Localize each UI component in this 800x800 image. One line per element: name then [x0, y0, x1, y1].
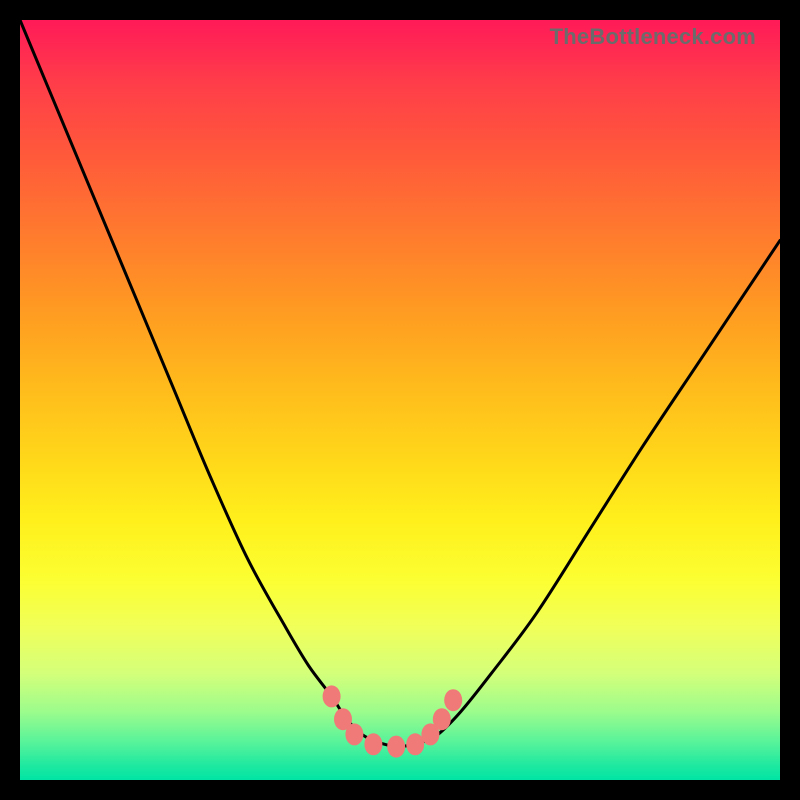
plot-area: TheBottleneck.com — [20, 20, 780, 780]
bottleneck-curve — [20, 20, 780, 746]
curve-marker — [444, 689, 462, 711]
curve-marker — [387, 736, 405, 758]
curve-marker — [433, 708, 451, 730]
curve-marker — [406, 733, 424, 755]
curve-marker — [323, 685, 341, 707]
curve-marker — [345, 723, 363, 745]
chart-svg — [20, 20, 780, 780]
curve-markers — [323, 685, 463, 757]
curve-marker — [364, 733, 382, 755]
chart-frame: TheBottleneck.com — [0, 0, 800, 800]
